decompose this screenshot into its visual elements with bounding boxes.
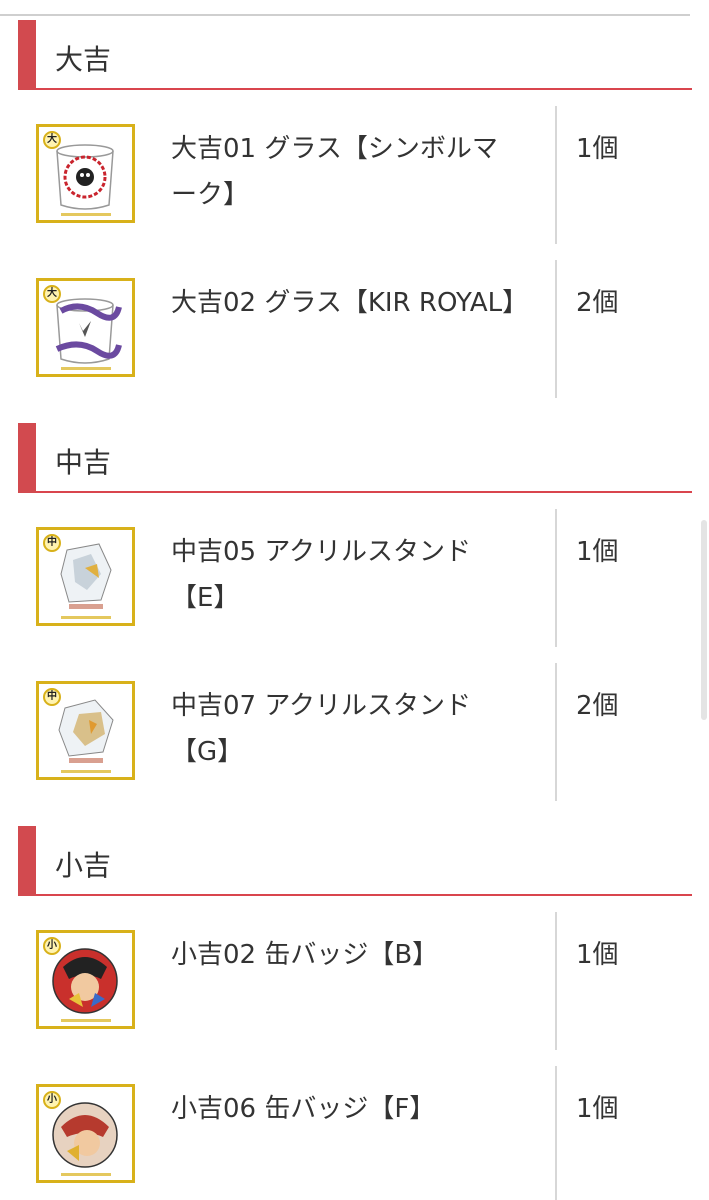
thumbnail-footer (61, 1019, 111, 1022)
tier-badge: 大 (43, 285, 61, 303)
tier-badge: 中 (43, 688, 61, 706)
section-title: 大吉 (55, 43, 112, 76)
product-name: 大吉02 グラス【KIR ROYAL】 (171, 288, 529, 318)
column-divider (555, 260, 557, 398)
tier-badge: 大 (43, 131, 61, 149)
product-quantity: 1個 (576, 537, 619, 567)
product-thumbnail: 中 (36, 527, 135, 626)
section-accent-bar (18, 826, 36, 896)
product-quantity: 1個 (576, 134, 619, 164)
list-item[interactable]: 中 中吉07 アクリルスタンド【G】 2個 (18, 663, 692, 803)
section-header-shokichi: 小吉 (18, 826, 692, 896)
product-quantity: 2個 (576, 288, 619, 318)
thumbnail-footer (61, 367, 111, 370)
product-thumbnail: 小 (36, 1084, 135, 1183)
product-name: 中吉07 アクリルスタンド【G】 (171, 691, 472, 767)
top-divider (0, 14, 690, 16)
product-name: 小吉02 缶バッジ【B】 (171, 940, 439, 970)
thumbnail-footer (61, 770, 111, 773)
column-divider (555, 912, 557, 1050)
product-name: 小吉06 缶バッジ【F】 (171, 1094, 436, 1124)
tier-badge: 小 (43, 1091, 61, 1109)
product-quantity: 2個 (576, 691, 619, 721)
product-thumbnail: 大 (36, 278, 135, 377)
list-item[interactable]: 大 大吉01 グラス【シンボルマーク】 1個 (18, 106, 692, 246)
product-quantity: 1個 (576, 940, 619, 970)
scrollbar-thumb[interactable] (701, 520, 707, 720)
list-item[interactable]: 中 中吉05 アクリルスタンド【E】 1個 (18, 509, 692, 649)
section-header-chukichi: 中吉 (18, 423, 692, 493)
product-name: 中吉05 アクリルスタンド【E】 (171, 537, 472, 613)
thumbnail-footer (61, 213, 111, 216)
section-accent-bar (18, 20, 36, 90)
tier-badge: 中 (43, 534, 61, 552)
section-title: 小吉 (55, 849, 112, 882)
list-item[interactable]: 小 小吉02 缶バッジ【B】 1個 (18, 912, 692, 1052)
column-divider (555, 663, 557, 801)
product-thumbnail: 中 (36, 681, 135, 780)
tier-badge: 小 (43, 937, 61, 955)
list-item[interactable]: 大 大吉02 グラス【KIR ROYAL】 2個 (18, 260, 692, 400)
column-divider (555, 509, 557, 647)
product-name: 大吉01 グラス【シンボルマーク】 (171, 134, 498, 210)
product-thumbnail: 小 (36, 930, 135, 1029)
section-header-daikichi: 大吉 (18, 20, 692, 90)
product-quantity: 1個 (576, 1094, 619, 1124)
column-divider (555, 106, 557, 244)
list-item[interactable]: 小 小吉06 缶バッジ【F】 1個 (18, 1066, 692, 1200)
thumbnail-footer (61, 1173, 111, 1176)
column-divider (555, 1066, 557, 1200)
section-title: 中吉 (55, 446, 112, 479)
product-thumbnail: 大 (36, 124, 135, 223)
section-accent-bar (18, 423, 36, 493)
thumbnail-footer (61, 616, 111, 619)
